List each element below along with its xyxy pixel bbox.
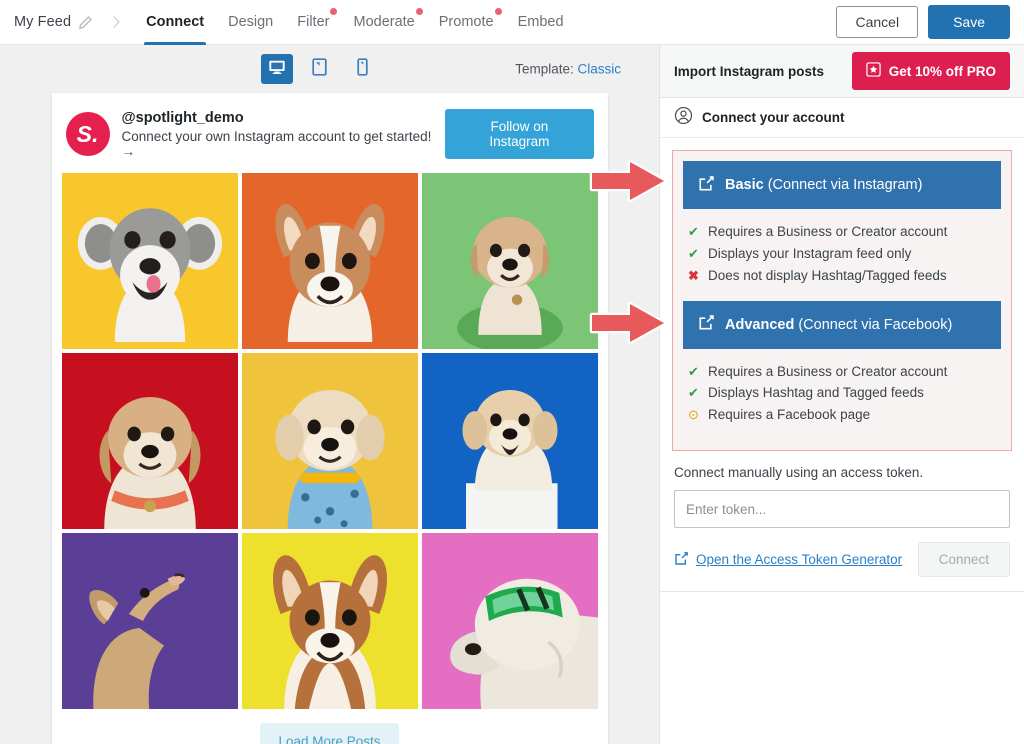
basic-feature-list: ✔ Requires a Business or Creator account… bbox=[683, 209, 1001, 301]
mobile-view-button[interactable] bbox=[347, 54, 379, 84]
tablet-icon bbox=[312, 57, 327, 81]
manual-token-area: Connect manually using an access token. … bbox=[660, 451, 1024, 593]
external-link-icon bbox=[674, 551, 689, 569]
import-panel-header: Import Instagram posts Get 10% off PRO bbox=[660, 45, 1024, 98]
post-tile[interactable] bbox=[241, 173, 418, 349]
check-icon: ✔ bbox=[688, 224, 699, 239]
follow-on-instagram-button[interactable]: Follow on Instagram bbox=[445, 109, 594, 159]
top-bar-actions: Cancel Save bbox=[836, 5, 1024, 39]
connect-advanced-label-rest: (Connect via Facebook) bbox=[794, 316, 953, 333]
connect-basic-label-rest: (Connect via Instagram) bbox=[763, 177, 923, 193]
save-button[interactable]: Save bbox=[928, 5, 1010, 39]
template-prefix-label: Template: bbox=[515, 61, 574, 77]
access-token-generator-link[interactable]: Open the Access Token Generator bbox=[674, 551, 902, 569]
feed-subtitle: Connect your own Instagram account to ge… bbox=[121, 128, 432, 159]
post-tile[interactable] bbox=[421, 353, 598, 529]
device-switcher bbox=[260, 54, 379, 84]
import-panel: Import Instagram posts Get 10% off PRO C… bbox=[660, 45, 1024, 744]
token-actions-row: Open the Access Token Generator Connect bbox=[674, 542, 1010, 578]
tab-embed[interactable]: Embed bbox=[506, 0, 576, 45]
tab-promote-badge-dot bbox=[494, 7, 502, 15]
feed-account-header: S. @spotlight_demo Connect your own Inst… bbox=[52, 93, 608, 169]
post-grid bbox=[52, 169, 608, 709]
check-icon: ✔ bbox=[688, 363, 699, 379]
get-pro-button-label: Get 10% off PRO bbox=[888, 63, 996, 79]
external-link-icon bbox=[698, 175, 715, 196]
get-pro-button[interactable]: Get 10% off PRO bbox=[851, 52, 1010, 90]
connect-advanced-label-strong: Advanced bbox=[725, 316, 795, 333]
instagram-feed-preview: S. @spotlight_demo Connect your own Inst… bbox=[51, 93, 608, 744]
tablet-view-button[interactable] bbox=[304, 54, 336, 84]
pencil-icon[interactable] bbox=[78, 15, 93, 30]
token-input[interactable] bbox=[674, 490, 1010, 529]
external-link-icon bbox=[698, 314, 715, 335]
tab-connect[interactable]: Connect bbox=[134, 0, 216, 45]
connect-account-title: Connect your account bbox=[702, 110, 845, 125]
post-tile[interactable] bbox=[61, 173, 238, 349]
tab-moderate-badge-dot bbox=[415, 7, 423, 15]
check-icon: ✔ bbox=[688, 245, 699, 261]
template-indicator: Template: Classic bbox=[515, 62, 621, 77]
connect-account-section-header: Connect your account bbox=[660, 98, 1024, 138]
cross-icon: ✖ bbox=[688, 267, 699, 283]
cancel-button[interactable]: Cancel bbox=[836, 6, 919, 38]
connect-basic-label-strong: Basic bbox=[725, 177, 764, 193]
load-more-wrapper: Load More Posts bbox=[52, 709, 608, 744]
connect-options-box: Basic (Connect via Instagram) ✔ Requires… bbox=[672, 150, 1012, 452]
post-tile[interactable] bbox=[61, 353, 238, 529]
tab-filter-badge-dot bbox=[330, 7, 338, 15]
post-tile[interactable] bbox=[241, 533, 418, 709]
tab-bar: Connect Design Filter Moderate Promote E… bbox=[134, 0, 575, 45]
tab-promote[interactable]: Promote bbox=[427, 0, 506, 45]
tab-filter[interactable]: Filter bbox=[285, 0, 341, 45]
list-item: ✔ Requires a Business or Creator account bbox=[687, 361, 997, 383]
chevron-right-icon bbox=[100, 14, 130, 30]
preview-toolbar: Template: Classic bbox=[0, 45, 659, 93]
feed-editor-app: My Feed Connect Design Filter Moderate P… bbox=[0, 0, 1024, 744]
post-tile[interactable] bbox=[61, 533, 238, 709]
breadcrumb: My Feed bbox=[0, 14, 130, 30]
tab-design[interactable]: Design bbox=[216, 0, 285, 45]
avatar: S. bbox=[65, 112, 110, 156]
warning-circle-icon: ⊙ bbox=[688, 407, 699, 423]
connect-token-button[interactable]: Connect bbox=[917, 542, 1010, 578]
connect-advanced-button[interactable]: Advanced (Connect via Facebook) bbox=[683, 300, 1001, 349]
user-circle-icon bbox=[674, 106, 693, 130]
load-more-posts-button[interactable]: Load More Posts bbox=[260, 723, 399, 744]
advanced-feature-list: ✔ Requires a Business or Creator account… bbox=[683, 349, 1001, 441]
post-tile[interactable] bbox=[421, 533, 598, 709]
star-badge-icon bbox=[866, 62, 881, 80]
preview-column: Template: Classic S. @spotlight_demo Con… bbox=[0, 45, 660, 744]
feed-username: @spotlight_demo bbox=[121, 109, 244, 126]
token-instruction-label: Connect manually using an access token. bbox=[674, 465, 924, 481]
list-item: ✖ Does not display Hashtag/Tagged feeds bbox=[687, 265, 997, 287]
connect-basic-button[interactable]: Basic (Connect via Instagram) bbox=[683, 161, 1001, 209]
desktop-view-button[interactable] bbox=[260, 54, 293, 84]
list-item: ✔ Requires a Business or Creator account bbox=[687, 221, 997, 243]
tab-moderate[interactable]: Moderate bbox=[341, 0, 426, 45]
desktop-icon bbox=[268, 58, 286, 81]
list-item: ✔ Displays Hashtag and Tagged feeds bbox=[687, 382, 997, 404]
top-bar: My Feed Connect Design Filter Moderate P… bbox=[0, 0, 1024, 45]
mobile-icon bbox=[357, 57, 368, 81]
access-token-generator-label: Open the Access Token Generator bbox=[696, 552, 903, 568]
template-value-link[interactable]: Classic bbox=[577, 62, 621, 77]
list-item: ✔ Displays your Instagram feed only bbox=[687, 243, 997, 265]
check-icon: ✔ bbox=[688, 385, 699, 401]
feed-account-text: @spotlight_demo Connect your own Instagr… bbox=[122, 110, 446, 159]
import-panel-title: Import Instagram posts bbox=[674, 63, 825, 79]
post-tile[interactable] bbox=[241, 353, 418, 529]
list-item: ⊙ Requires a Facebook page bbox=[687, 404, 997, 426]
feed-name-label: My Feed bbox=[14, 14, 72, 30]
post-tile[interactable] bbox=[421, 173, 598, 349]
